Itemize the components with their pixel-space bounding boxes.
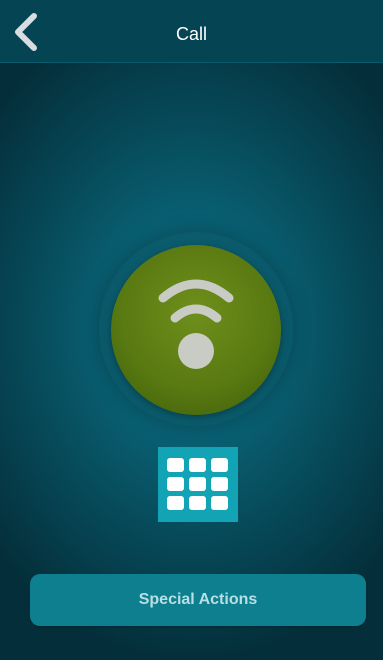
dialpad-icon	[167, 458, 228, 510]
call-button[interactable]	[111, 245, 281, 415]
special-actions-button[interactable]: Special Actions	[30, 574, 366, 626]
call-screen: Call Special Actions	[0, 0, 383, 660]
page-title: Call	[175, 24, 207, 44]
navigation-bar: Call	[0, 0, 383, 63]
keypad-button[interactable]	[158, 447, 238, 522]
wifi-signal-icon	[158, 279, 234, 369]
